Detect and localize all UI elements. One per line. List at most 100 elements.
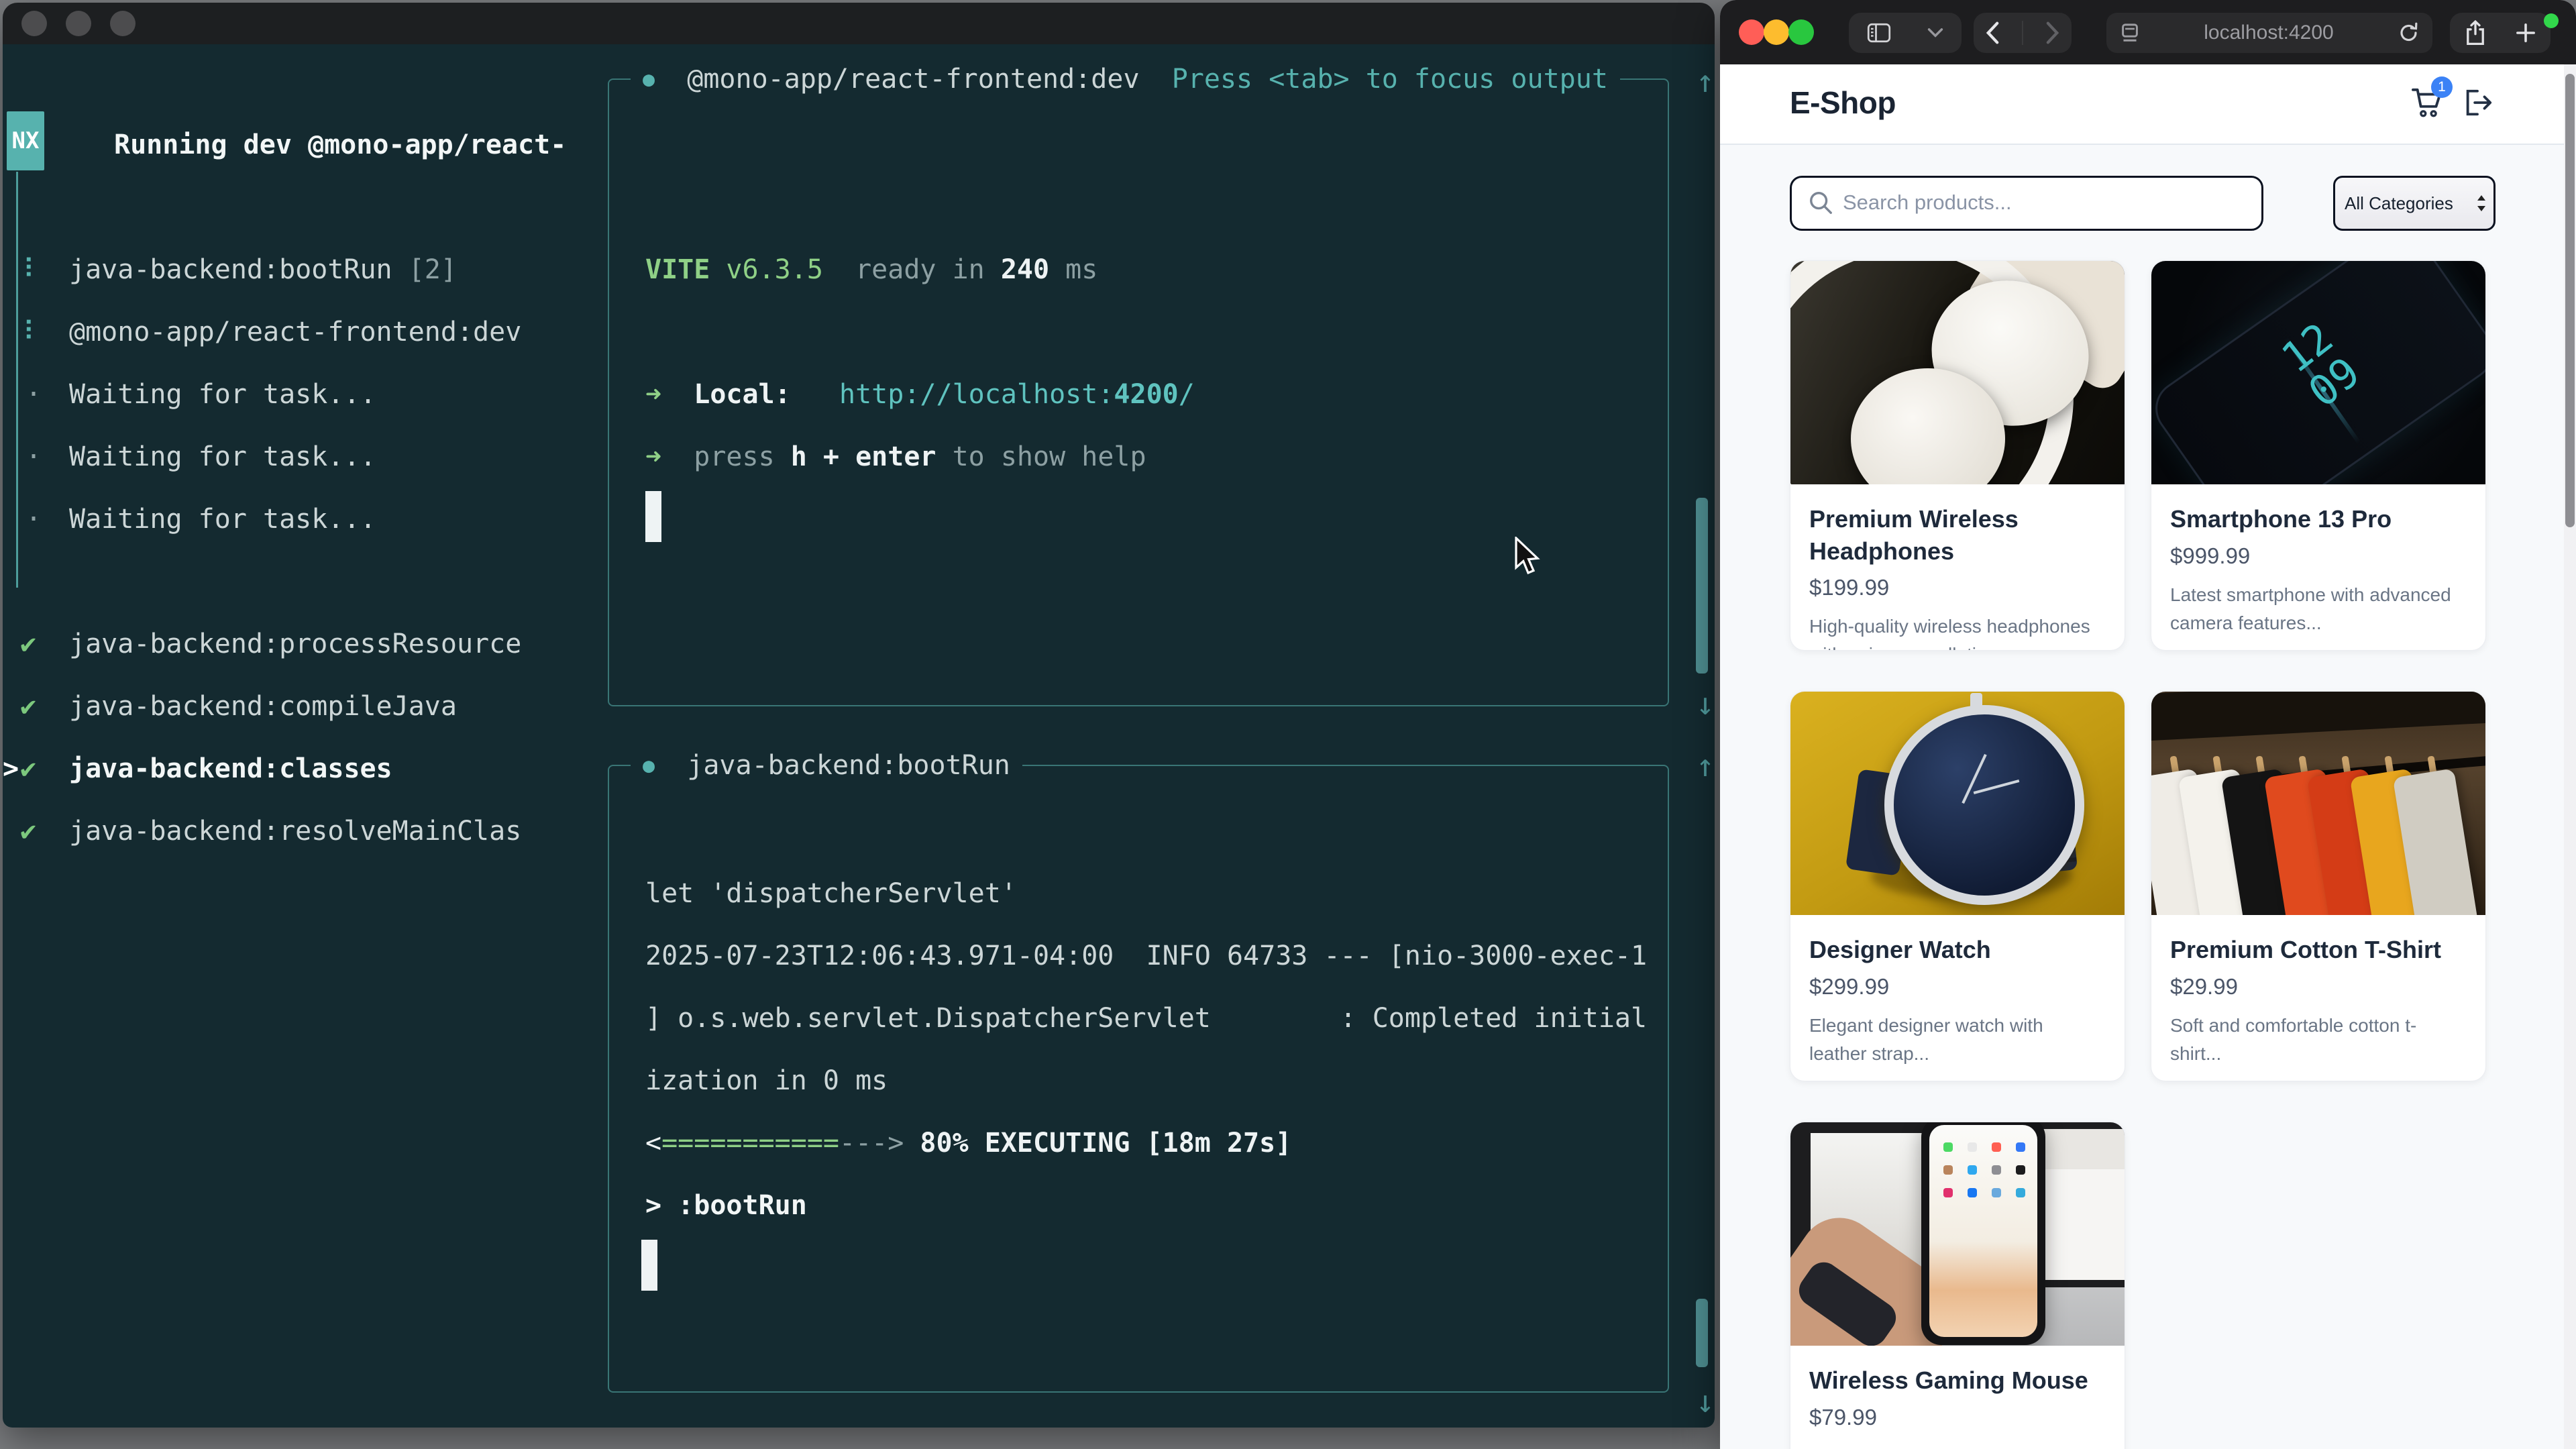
product-card[interactable]: 1209 Smartphone 13 Pro $999.99 Latest sm… — [2151, 260, 2486, 651]
gradle-progress-line: <===========---> 80% EXECUTING [18m 27s] — [645, 1123, 1291, 1163]
task-label: Waiting for task... — [69, 374, 376, 415]
cart-badge: 1 — [2431, 76, 2453, 98]
terminal-statusbar: ← 1/1 → quit: q help: ? — [3, 1373, 132, 1413]
cart-button[interactable]: 1 — [2407, 82, 2445, 123]
task-label: @mono-app/react-frontend:dev — [69, 312, 521, 352]
sidebar-button-group — [1849, 13, 1962, 53]
task-label: java-backend:resolveMainClas — [69, 811, 521, 851]
task-label: java-backend:processResource — [69, 624, 521, 664]
task-label: Waiting for task... — [69, 437, 376, 477]
scroll-up-icon[interactable]: ↑ — [1685, 747, 1715, 784]
bootrun-task-line: > :bootRun — [645, 1185, 807, 1226]
product-card[interactable]: Wireless Gaming Mouse $79.99 High-perfor… — [1790, 1122, 2125, 1449]
pane1-scrollbar-thumb[interactable] — [1696, 498, 1708, 674]
share-icon[interactable] — [2465, 20, 2486, 46]
reload-icon[interactable] — [2399, 22, 2419, 44]
product-info: Wireless Gaming Mouse $79.99 High-perfor… — [1790, 1346, 2125, 1449]
forward-icon[interactable] — [2045, 21, 2060, 44]
local-url-link[interactable]: http://localhost:4200/ — [839, 379, 1195, 410]
spinner-icon: ⠇ — [23, 312, 42, 352]
scroll-up-icon[interactable]: ↑ — [1685, 63, 1715, 99]
scroll-down-icon[interactable]: ↓ — [1685, 1383, 1715, 1419]
search-icon — [1808, 190, 1833, 215]
zoom-icon[interactable] — [110, 11, 136, 36]
product-price: $79.99 — [1809, 1405, 2106, 1430]
decor — [1970, 693, 1982, 710]
minimize-icon[interactable] — [1764, 19, 1789, 45]
zoom-icon[interactable] — [1788, 19, 1814, 45]
product-description: Soft and comfortable cotton t-shirt... — [2170, 1012, 2467, 1068]
screen-recording-indicator — [2544, 13, 2559, 28]
product-image-headphones — [1790, 261, 2125, 484]
new-tab-icon[interactable] — [2516, 23, 2536, 43]
minimize-icon[interactable] — [66, 11, 91, 36]
desktop: NX Running dev @mono-app/react- ⠇java-ba… — [0, 0, 2576, 1449]
page-scrollbar-thumb[interactable] — [2565, 74, 2575, 527]
terminal-body: NX Running dev @mono-app/react- ⠇java-ba… — [3, 44, 1715, 1428]
terminal-titlebar[interactable] — [3, 3, 1715, 44]
terminal-run-title: Running dev @mono-app/react- — [114, 125, 566, 165]
spinner-icon: ⠇ — [23, 250, 42, 290]
pane-title-text: java-backend:bootRun — [687, 750, 1010, 781]
pager-prev-icon[interactable]: ← — [20, 1413, 36, 1428]
log-line: let 'dispatcherServlet' — [645, 873, 1017, 914]
nav-button-group — [1974, 13, 2072, 53]
task-running-icon: ● — [643, 754, 655, 777]
task-label: Waiting for task... — [69, 499, 376, 539]
product-description: High-quality wireless headphones with no… — [1809, 612, 2106, 651]
focus-hint: Press <tab> to focus output — [1172, 64, 1608, 95]
sidebar-icon[interactable] — [1867, 23, 1891, 43]
log-line: ization in 0 ms — [645, 1061, 888, 1101]
mouse-cursor — [1511, 537, 1546, 577]
decor — [1884, 705, 2084, 905]
product-name: Designer Watch — [1809, 934, 2106, 966]
vite-help-line: ➜ press h + enter to show help — [645, 437, 1146, 477]
product-price: $999.99 — [2170, 543, 2467, 569]
product-name: Smartphone 13 Pro — [2170, 503, 2467, 535]
category-selected-value: All Categories — [2345, 193, 2476, 214]
product-image-tshirt — [2151, 692, 2485, 915]
terminal-cursor — [641, 1240, 657, 1291]
product-image-mouse — [1790, 1122, 2125, 1346]
logout-button[interactable] — [2458, 82, 2496, 123]
task-label: java-backend:classes — [69, 749, 392, 789]
product-price: $29.99 — [2170, 974, 2467, 1000]
terminal-cursor — [645, 491, 661, 542]
category-select[interactable]: All Categories — [2333, 176, 2496, 231]
action-button-group — [2450, 13, 2551, 53]
check-icon: ✔ — [20, 686, 36, 727]
product-name: Premium Wireless Headphones — [1809, 503, 2106, 567]
product-description: High-performance wireless gaming mouse..… — [1809, 1442, 2106, 1449]
pane-java-bootrun-title: ● java-backend:bootRun — [631, 745, 1022, 786]
product-info: Premium Wireless Headphones $199.99 High… — [1790, 484, 2125, 650]
product-price: $199.99 — [1809, 575, 2106, 600]
back-icon[interactable] — [1985, 21, 2000, 44]
pane-react-frontend-title: ● @mono-app/react-frontend:dev Press <ta… — [631, 58, 1620, 100]
product-description: Elegant designer watch with leather stra… — [1809, 1012, 2106, 1068]
search-input[interactable] — [1841, 180, 2247, 225]
product-card[interactable]: Premium Cotton T-Shirt $29.99 Soft and c… — [2151, 691, 2486, 1081]
check-icon: ✔ — [20, 624, 36, 664]
vite-local-line: ➜ Local: http://localhost:4200/ — [645, 374, 1195, 415]
task-label: java-backend:bootRun [2] — [69, 250, 457, 290]
search-row: All Categories — [1790, 176, 2496, 229]
check-icon: ✔ — [20, 811, 36, 851]
address-bar[interactable]: localhost:4200 — [2106, 13, 2432, 53]
product-description: Latest smartphone with advanced camera f… — [2170, 581, 2467, 637]
close-icon[interactable] — [21, 11, 47, 36]
product-price: $299.99 — [1809, 974, 2106, 1000]
product-info: Premium Cotton T-Shirt $29.99 Soft and c… — [2151, 915, 2485, 1081]
page-scrollbar[interactable] — [2564, 64, 2576, 1449]
pending-dot-icon: · — [25, 374, 42, 415]
task-label: java-backend:compileJava — [69, 686, 457, 727]
product-card[interactable]: Designer Watch $299.99 Elegant designer … — [1790, 691, 2125, 1081]
pending-dot-icon: · — [25, 499, 42, 539]
product-info: Smartphone 13 Pro $999.99 Latest smartph… — [2151, 484, 2485, 650]
pane2-scrollbar-thumb[interactable] — [1696, 1299, 1708, 1367]
product-card[interactable]: Premium Wireless Headphones $199.99 High… — [1790, 260, 2125, 651]
close-icon[interactable] — [1739, 19, 1764, 45]
chevron-down-icon[interactable] — [1927, 28, 1943, 38]
search-box — [1790, 176, 2263, 231]
page-settings-icon[interactable] — [2121, 23, 2139, 43]
scroll-down-icon[interactable]: ↓ — [1685, 686, 1715, 722]
